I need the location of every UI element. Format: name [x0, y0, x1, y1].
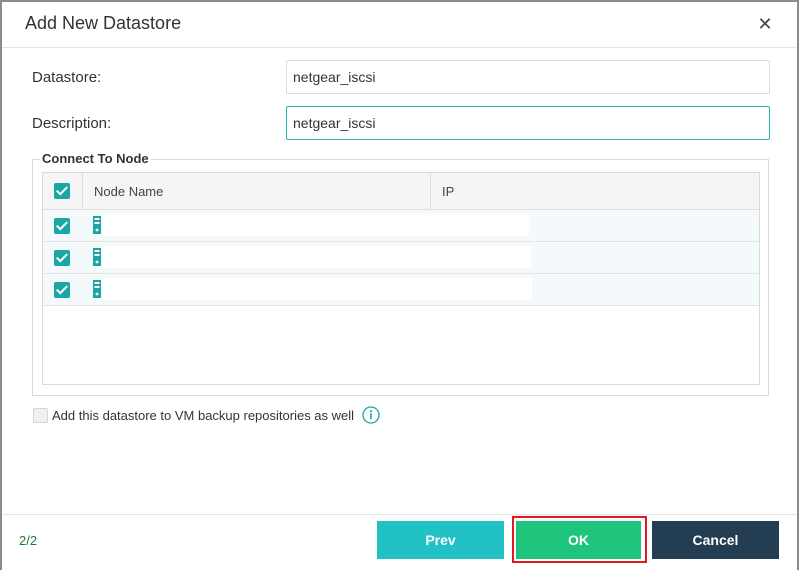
dialog-header: Add New Datastore ✕	[2, 2, 797, 48]
column-divider	[430, 173, 431, 210]
connect-to-node-legend: Connect To Node	[40, 151, 151, 166]
row-checkbox[interactable]	[54, 250, 70, 266]
row-checkbox[interactable]	[54, 282, 70, 298]
cancel-button[interactable]: Cancel	[652, 521, 779, 559]
ok-button[interactable]: OK	[516, 521, 641, 559]
select-all-checkbox[interactable]	[54, 183, 70, 199]
info-icon[interactable]	[362, 406, 380, 424]
dialog-title: Add New Datastore	[25, 13, 182, 33]
close-icon[interactable]: ✕	[756, 15, 774, 33]
backup-repository-label[interactable]: Add this datastore to VM backup reposito…	[52, 408, 354, 423]
prev-button[interactable]: Prev	[377, 521, 504, 559]
table-row[interactable]	[43, 274, 759, 306]
node-table-header: Node Name IP	[43, 173, 759, 210]
node-name-cell	[103, 214, 529, 236]
row-checkbox[interactable]	[54, 218, 70, 234]
table-row[interactable]	[43, 242, 759, 274]
backup-repository-checkbox[interactable]	[33, 408, 48, 423]
description-label: Description:	[32, 115, 112, 132]
datastore-label: Datastore:	[32, 69, 102, 86]
add-datastore-dialog: Add New Datastore ✕ Datastore: Descripti…	[0, 0, 799, 570]
column-header-ip[interactable]: IP	[442, 173, 454, 210]
table-row[interactable]	[43, 210, 759, 242]
column-divider	[82, 173, 83, 210]
datastore-input[interactable]	[286, 60, 770, 94]
column-header-node-name[interactable]: Node Name	[94, 173, 163, 210]
node-name-cell	[103, 278, 532, 300]
node-name-cell	[103, 246, 531, 268]
node-table: Node Name IP	[42, 172, 760, 385]
description-input[interactable]	[286, 106, 770, 140]
step-indicator: 2/2	[19, 533, 38, 548]
